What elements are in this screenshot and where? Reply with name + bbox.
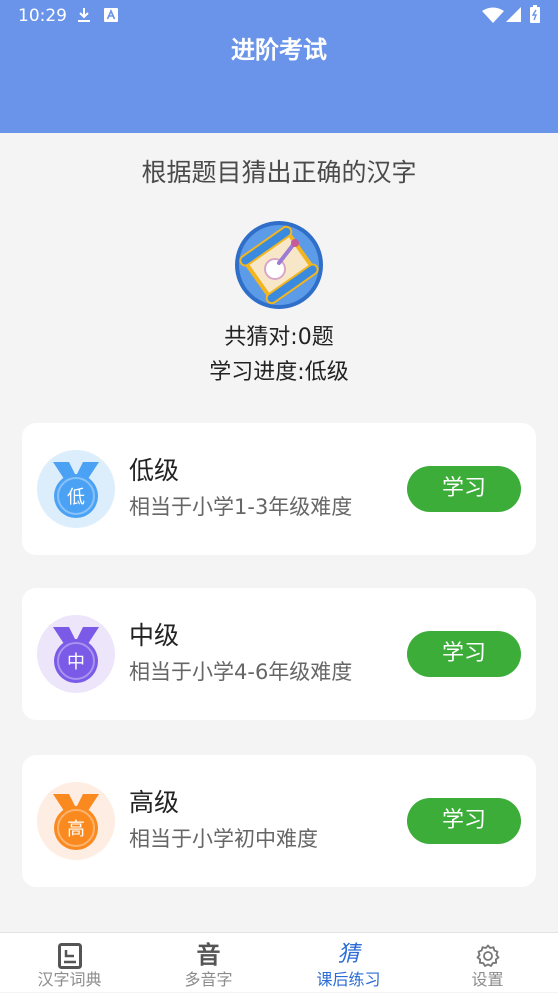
- level-card-low: 低 低级 相当于小学1-3年级难度 学习: [22, 423, 536, 555]
- battery-icon: [530, 5, 540, 23]
- medal-char: 低: [67, 487, 85, 508]
- signal-icon: [506, 7, 521, 22]
- nav-label: 课后练习: [316, 970, 381, 989]
- page-title: 进阶考试: [231, 36, 327, 64]
- gear-icon: [418, 941, 557, 969]
- nav-item-practice[interactable]: 猜 课后练习: [279, 933, 418, 993]
- medal-icon: 中: [37, 615, 115, 693]
- nav-label: 设置: [471, 970, 504, 989]
- status-time: 10:29: [18, 6, 67, 26]
- level-title: 低级: [129, 456, 180, 485]
- download-icon: [78, 8, 90, 22]
- app-header: 10:29 进阶考试: [0, 0, 558, 133]
- level-title: 高级: [129, 788, 180, 817]
- wifi-icon: [482, 7, 504, 23]
- medal-icon: 低: [37, 450, 115, 528]
- study-button-high[interactable]: 学习: [407, 798, 521, 844]
- polyphone-icon: 音: [196, 941, 221, 969]
- progress-text: 学习进度:低级: [209, 360, 349, 385]
- nav-label: 汉字词典: [37, 970, 102, 989]
- nav-item-settings[interactable]: 设置: [418, 933, 557, 993]
- nav-item-dictionary[interactable]: 汉字词典: [0, 933, 139, 993]
- dictionary-icon: [0, 941, 139, 969]
- medal-char: 高: [67, 819, 85, 840]
- study-button-low[interactable]: 学习: [407, 466, 521, 512]
- nav-label: 多音字: [184, 970, 233, 989]
- level-description: 相当于小学初中难度: [129, 827, 318, 851]
- a-icon: [104, 8, 118, 22]
- practice-icon: 猜: [337, 942, 360, 967]
- level-description: 相当于小学1-3年级难度: [129, 495, 353, 519]
- level-description: 相当于小学4-6年级难度: [129, 660, 353, 684]
- medal-char: 中: [67, 652, 85, 673]
- level-card-high: 高 高级 相当于小学初中难度 学习: [22, 755, 536, 887]
- nav-item-polyphone[interactable]: 音 多音字: [139, 933, 278, 993]
- study-button-mid[interactable]: 学习: [407, 631, 521, 677]
- medal-icon: 高: [37, 782, 115, 860]
- instruction-text: 根据题目猜出正确的汉字: [141, 158, 417, 187]
- bottom-nav: 汉字词典 音 多音字 猜 课后练习 设置: [0, 932, 558, 992]
- score-text: 共猜对:0题: [224, 325, 334, 350]
- level-title: 中级: [129, 621, 180, 650]
- quiz-avatar-image: [235, 221, 323, 309]
- level-card-mid: 中 中级 相当于小学4-6年级难度 学习: [22, 588, 536, 720]
